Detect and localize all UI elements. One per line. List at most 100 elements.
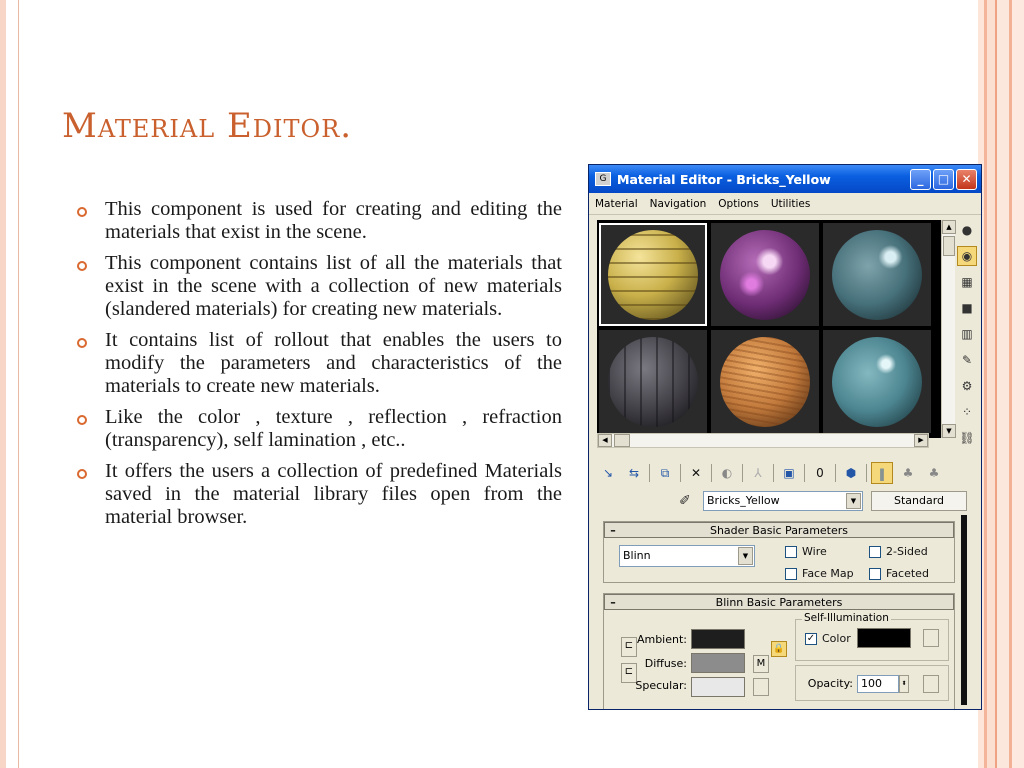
- make-preview-icon[interactable]: ✎: [957, 350, 977, 370]
- diffuse-label: Diffuse:: [644, 657, 687, 670]
- minimize-icon[interactable]: _: [910, 169, 931, 190]
- opacity-label: Opacity:: [807, 677, 853, 690]
- material-name-field[interactable]: Bricks_Yellow ▼: [703, 491, 863, 511]
- bullet-icon: [77, 469, 87, 479]
- checkbox-box[interactable]: [785, 545, 797, 558]
- sample-slot-6[interactable]: [823, 330, 931, 433]
- options-icon[interactable]: ⚙: [957, 376, 977, 396]
- checkbox-box[interactable]: [869, 567, 881, 580]
- specular-color-swatch[interactable]: [691, 677, 745, 697]
- spinner-arrows-icon[interactable]: ⬍: [899, 675, 909, 693]
- go-forward-icon[interactable]: ♣: [923, 462, 945, 484]
- list-item: Like the color , texture , reflection , …: [74, 406, 562, 452]
- diffuse-color-swatch[interactable]: [691, 653, 745, 673]
- scroll-right-icon[interactable]: ▶: [914, 434, 928, 447]
- bullet-icon: [77, 415, 87, 425]
- background-icon[interactable]: ▦: [957, 272, 977, 292]
- opacity-spinner[interactable]: 100: [857, 675, 899, 693]
- put-to-library-icon[interactable]: ▣: [778, 462, 800, 484]
- get-material-icon[interactable]: ↘: [597, 462, 619, 484]
- slide-right-stripes: [978, 0, 1024, 768]
- toolbar-separator: [773, 464, 774, 482]
- menu-options[interactable]: Options: [718, 198, 759, 210]
- window-titlebar[interactable]: G Material Editor - Bricks_Yellow _ □ ✕: [589, 165, 981, 193]
- sample-slot-1[interactable]: [599, 223, 707, 326]
- slide-left-rule: [18, 0, 19, 768]
- bullet-icon: [77, 207, 87, 217]
- toolbar-separator: [742, 464, 743, 482]
- two-sided-checkbox[interactable]: 2-Sided: [869, 545, 928, 558]
- sample-slot-2[interactable]: [711, 223, 819, 326]
- purple-marble-sphere: [720, 230, 810, 320]
- bullet-list: This component is used for creating and …: [74, 198, 562, 537]
- material-type-button[interactable]: Standard: [871, 491, 967, 511]
- checkbox-box[interactable]: ✓: [805, 632, 817, 645]
- main-toolbar: ↘ ⇆ ⧉ ✕ ◐ ⅄ ▣ 0 ⬢ ‖ ♣ ♣: [597, 461, 957, 485]
- bullet-icon: [77, 261, 87, 271]
- backlight-icon[interactable]: ◉: [957, 246, 977, 266]
- list-item: This component is used for creating and …: [74, 198, 562, 244]
- rollout-scrollbar[interactable]: [961, 515, 967, 705]
- opacity-map-button[interactable]: [923, 675, 939, 693]
- list-item: It contains list of rollout that enables…: [74, 329, 562, 398]
- toolbar-separator: [804, 464, 805, 482]
- chevron-down-icon[interactable]: ▼: [738, 547, 753, 565]
- shader-select[interactable]: Blinn ▼: [619, 545, 755, 567]
- material-name-row: ✐ Bricks_Yellow ▼ Standard: [679, 491, 967, 511]
- shader-rollout-header[interactable]: – Shader Basic Parameters: [604, 522, 954, 538]
- sample-type-icon[interactable]: ●: [957, 220, 977, 240]
- go-to-parent-icon[interactable]: ♣: [897, 462, 919, 484]
- teal-glossy-sphere: [832, 337, 922, 427]
- make-copy-icon[interactable]: ◐: [716, 462, 738, 484]
- menu-material[interactable]: Material: [595, 198, 638, 210]
- eyedropper-icon[interactable]: ✐: [679, 493, 697, 509]
- show-map-icon[interactable]: ⬢: [840, 462, 862, 484]
- select-by-material-icon[interactable]: ⁘: [957, 402, 977, 422]
- ambient-color-swatch[interactable]: [691, 629, 745, 649]
- sample-slot-5[interactable]: [711, 330, 819, 433]
- wire-checkbox[interactable]: Wire: [785, 545, 827, 558]
- sample-slots-hscrollbar[interactable]: ◀ ▶: [597, 433, 929, 448]
- material-effects-channel-icon[interactable]: 0: [809, 462, 831, 484]
- put-to-scene-icon[interactable]: ⇆: [623, 462, 645, 484]
- video-check-icon[interactable]: ▥: [957, 324, 977, 344]
- lock-icon[interactable]: 🔒: [771, 641, 787, 657]
- sample-slots-vscrollbar[interactable]: ▲ ▼: [941, 220, 956, 438]
- checkbox-box[interactable]: [785, 567, 797, 580]
- show-end-result-icon[interactable]: ‖: [871, 462, 893, 484]
- menu-navigation[interactable]: Navigation: [650, 198, 707, 210]
- scroll-down-icon[interactable]: ▼: [942, 424, 956, 438]
- tiling-icon[interactable]: ■: [957, 298, 977, 318]
- face-map-checkbox[interactable]: Face Map: [785, 567, 854, 580]
- hscroll-thumb[interactable]: [614, 434, 630, 447]
- make-unique-icon[interactable]: ⅄: [747, 462, 769, 484]
- close-icon[interactable]: ✕: [956, 169, 977, 190]
- maximize-icon[interactable]: □: [933, 169, 954, 190]
- self-illum-map-button[interactable]: [923, 629, 939, 647]
- blinn-rollout-header[interactable]: – Blinn Basic Parameters: [604, 594, 954, 610]
- chevron-down-icon[interactable]: ▼: [846, 493, 861, 509]
- toolbar-separator: [680, 464, 681, 482]
- material-map-navigator-icon[interactable]: ⛓: [957, 428, 977, 448]
- menu-utilities[interactable]: Utilities: [771, 198, 811, 210]
- self-illumination-label: Self-Illumination: [802, 612, 891, 624]
- list-item: It offers the users a collection of pred…: [74, 460, 562, 529]
- sample-slot-3[interactable]: [823, 223, 931, 326]
- specular-map-button[interactable]: [753, 678, 769, 696]
- self-illum-color-checkbox[interactable]: ✓ Color: [805, 632, 851, 645]
- self-illum-color-swatch[interactable]: [857, 628, 911, 648]
- dark-stone-sphere: [608, 337, 698, 427]
- scroll-thumb[interactable]: [943, 236, 955, 256]
- diffuse-map-button[interactable]: M: [753, 655, 769, 673]
- teal-metal-sphere: [832, 230, 922, 320]
- sample-slot-4[interactable]: [599, 330, 707, 433]
- scroll-up-icon[interactable]: ▲: [942, 220, 956, 234]
- reset-icon[interactable]: ✕: [685, 462, 707, 484]
- faceted-checkbox[interactable]: Faceted: [869, 567, 929, 580]
- assign-material-icon[interactable]: ⧉: [654, 462, 676, 484]
- list-item: This component contains list of all the …: [74, 252, 562, 321]
- wood-sphere: [720, 337, 810, 427]
- bricks-yellow-sphere: [608, 230, 698, 320]
- scroll-left-icon[interactable]: ◀: [598, 434, 612, 447]
- checkbox-box[interactable]: [869, 545, 881, 558]
